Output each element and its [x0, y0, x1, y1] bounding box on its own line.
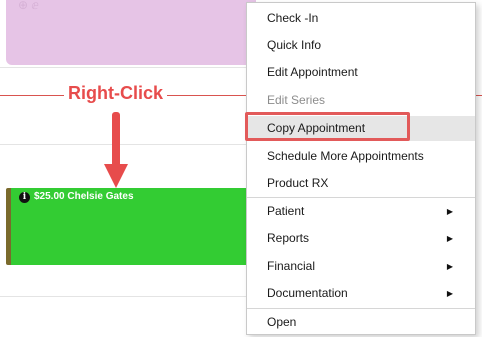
appointment-block-chelsie-gates[interactable]: i $25.00 Chelsie Gates: [6, 188, 256, 265]
appointment-label: $25.00 Chelsie Gates: [34, 191, 134, 202]
menu-item-financial[interactable]: Financial ▶: [247, 254, 475, 279]
appointment-top-ghost-text: ⊕ ⅇ: [18, 0, 39, 12]
menu-item-label: Edit Series: [267, 93, 326, 107]
right-click-annotation: Right-Click: [64, 81, 168, 106]
menu-item-quick-info[interactable]: Quick Info: [247, 33, 475, 58]
menu-item-edit-series: Edit Series: [247, 88, 475, 113]
menu-item-label: Documentation: [267, 286, 348, 300]
menu-item-label: Product RX: [267, 176, 329, 190]
menu-item-reports[interactable]: Reports ▶: [247, 226, 475, 251]
submenu-arrow-icon: ▶: [446, 262, 453, 271]
menu-item-schedule-more-appointments[interactable]: Schedule More Appointments: [247, 144, 475, 169]
calendar-gridline: [0, 67, 246, 68]
menu-item-label: Schedule More Appointments: [267, 149, 424, 163]
context-menu: Check -In Quick Info Edit Appointment Ed…: [246, 2, 476, 335]
submenu-arrow-icon: ▶: [446, 234, 453, 243]
menu-separator: [247, 197, 475, 198]
menu-item-patient[interactable]: Patient ▶: [247, 199, 475, 224]
menu-item-product-rx[interactable]: Product RX: [247, 171, 475, 196]
copy-appointment-highlight: [245, 112, 410, 141]
submenu-arrow-icon: ▶: [446, 289, 453, 298]
menu-item-label: Open: [267, 315, 297, 329]
menu-item-edit-appointment[interactable]: Edit Appointment: [247, 60, 475, 85]
current-time-line-right: [476, 95, 482, 96]
menu-item-label: Check -In: [267, 11, 319, 25]
menu-item-label: Edit Appointment: [267, 65, 358, 79]
menu-item-label: Quick Info: [267, 38, 322, 52]
menu-item-label: Reports: [267, 231, 310, 245]
menu-item-documentation[interactable]: Documentation ▶: [247, 281, 475, 306]
calendar-screenshot: ⊕ ⅇ Right-Click i $25.00 Chelsie Gates C…: [0, 0, 482, 337]
menu-item-label: Patient: [267, 204, 305, 218]
submenu-arrow-icon: ▶: [446, 207, 453, 216]
menu-item-open[interactable]: Open: [247, 310, 475, 335]
appointment-block-top[interactable]: ⊕ ⅇ: [6, 0, 256, 65]
menu-item-check-in[interactable]: Check -In: [247, 6, 475, 31]
info-icon[interactable]: i: [19, 192, 30, 203]
down-arrow-icon: [104, 112, 128, 188]
calendar-gridline: [0, 296, 246, 297]
menu-separator: [247, 308, 475, 309]
menu-item-label: Financial: [267, 259, 316, 273]
